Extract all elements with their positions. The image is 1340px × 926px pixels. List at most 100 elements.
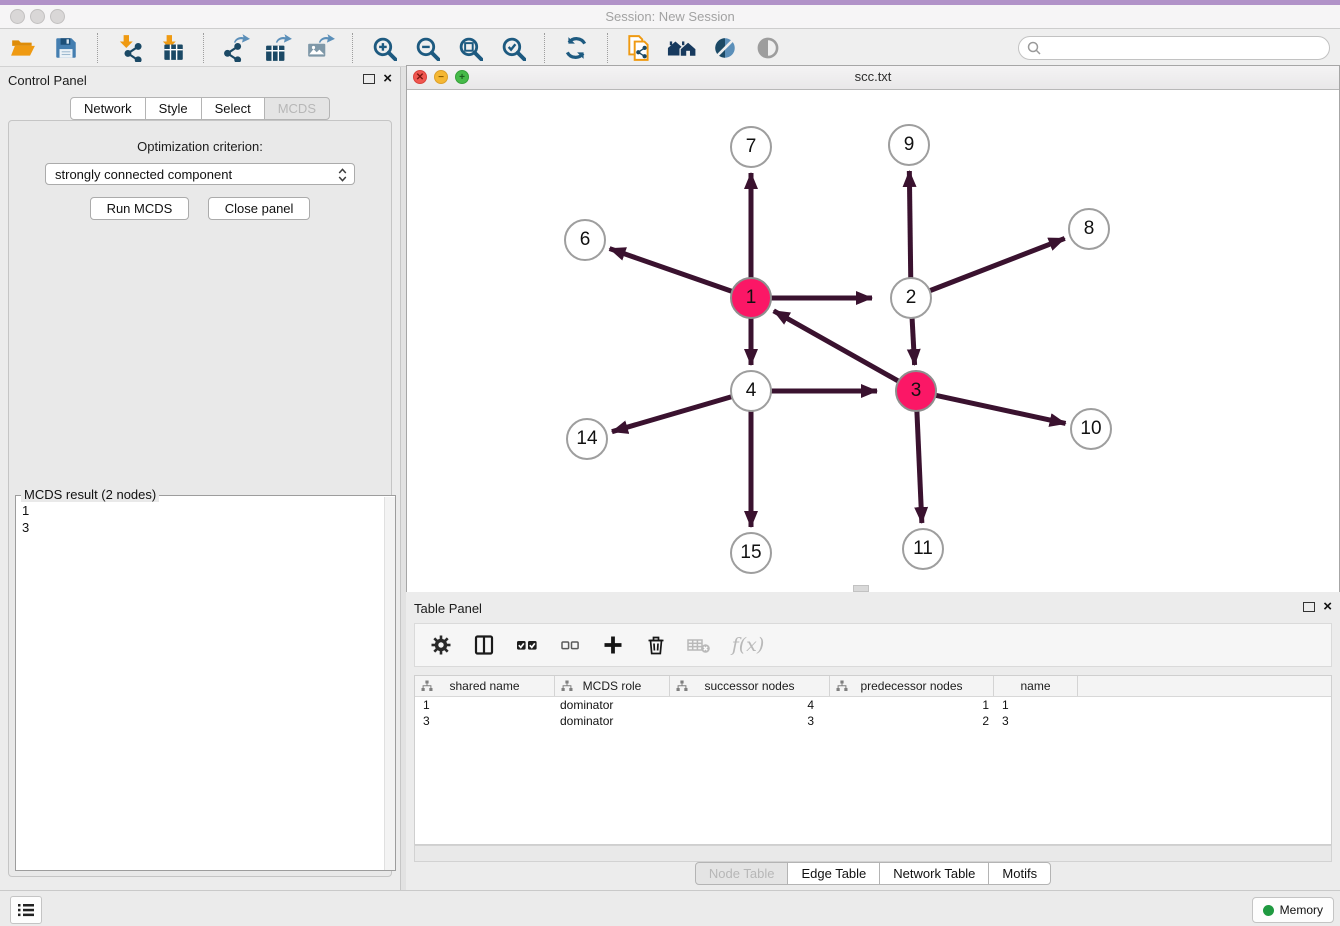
- float-panel-icon[interactable]: [363, 74, 375, 84]
- column-header-successor-nodes[interactable]: successor nodes: [670, 676, 830, 696]
- table-tab-node-table[interactable]: Node Table: [695, 862, 789, 885]
- graph-node-9[interactable]: 9: [888, 124, 930, 166]
- column-header-MCDS-role[interactable]: MCDS role: [555, 676, 670, 696]
- export-network-icon[interactable]: [220, 33, 250, 63]
- graph-node-6[interactable]: 6: [564, 219, 606, 261]
- graph-node-14[interactable]: 14: [566, 418, 608, 460]
- open-session-icon[interactable]: [8, 33, 38, 63]
- network-canvas[interactable]: 7 9 6 8 1 2 4 3 14 10 15 11: [407, 90, 1339, 592]
- delete-column-icon[interactable]: [642, 631, 670, 659]
- import-table-icon[interactable]: [157, 33, 187, 63]
- close-panel-icon[interactable]: ×: [383, 72, 392, 86]
- deselect-all-icon[interactable]: [556, 631, 584, 659]
- graph-edge-3-10[interactable]: [935, 395, 1066, 423]
- zoom-in-icon[interactable]: [369, 33, 399, 63]
- graph-node-8[interactable]: 8: [1068, 208, 1110, 250]
- tab-network[interactable]: Network: [70, 97, 146, 120]
- import-network-icon[interactable]: [114, 33, 144, 63]
- graph-node-11[interactable]: 11: [902, 528, 944, 570]
- graph-edge-2-3[interactable]: [912, 317, 915, 365]
- tab-select[interactable]: Select: [201, 97, 265, 120]
- graph-edge-4-14[interactable]: [612, 396, 733, 431]
- close-table-panel-icon[interactable]: ×: [1323, 600, 1332, 614]
- optimization-criterion-label: Optimization criterion:: [9, 139, 391, 154]
- table-cell[interactable]: dominator: [555, 713, 670, 729]
- graph-edge-2-8[interactable]: [929, 238, 1065, 291]
- toolbar-separator: [352, 33, 353, 63]
- network-window-title: scc.txt: [407, 69, 1339, 84]
- canvas-scrollbar-thumb[interactable]: [853, 585, 869, 592]
- select-all-icon[interactable]: [513, 631, 541, 659]
- tab-style[interactable]: Style: [145, 97, 202, 120]
- column-label: predecessor nodes: [860, 679, 962, 693]
- refresh-icon[interactable]: [561, 33, 591, 63]
- memory-button[interactable]: Memory: [1252, 897, 1334, 923]
- select-spinner-icon: [338, 167, 347, 186]
- control-panel-tabs: NetworkStyleSelectMCDS: [0, 97, 400, 120]
- mcds-result-text[interactable]: 13: [16, 497, 385, 870]
- table-tab-edge-table[interactable]: Edge Table: [787, 862, 880, 885]
- mcds-panel: Optimization criterion: strongly connect…: [8, 120, 392, 877]
- task-history-button[interactable]: [10, 896, 42, 924]
- criterion-select[interactable]: strongly connected component: [45, 163, 355, 185]
- column-header-shared-name[interactable]: shared name: [415, 676, 555, 696]
- table-cell[interactable]: 1: [994, 697, 1078, 713]
- table-scrollbar[interactable]: [414, 845, 1332, 862]
- column-label: shared name: [449, 679, 519, 693]
- graph-edge-3-1[interactable]: [774, 311, 900, 382]
- run-mcds-button[interactable]: Run MCDS: [90, 197, 190, 220]
- style-preview-icon[interactable]: [710, 33, 740, 63]
- export-image-icon[interactable]: [306, 33, 336, 63]
- export-table-icon[interactable]: [263, 33, 293, 63]
- graph-edge-1-6[interactable]: [610, 249, 734, 292]
- float-table-panel-icon[interactable]: [1303, 602, 1315, 612]
- gear-icon[interactable]: [427, 631, 455, 659]
- table-cell[interactable]: 4: [670, 697, 830, 713]
- mcds-result-box: MCDS result (2 nodes) 13: [15, 495, 396, 871]
- memory-status-icon: [1263, 905, 1274, 916]
- eye-icon[interactable]: [753, 33, 783, 63]
- home-icon[interactable]: [667, 33, 697, 63]
- table-cell[interactable]: dominator: [555, 697, 670, 713]
- table-tab-network-table[interactable]: Network Table: [879, 862, 989, 885]
- search-icon: [1026, 40, 1042, 61]
- graph-node-10[interactable]: 10: [1070, 408, 1112, 450]
- table-tab-motifs[interactable]: Motifs: [988, 862, 1051, 885]
- status-bar: Memory: [0, 890, 1340, 926]
- criterion-value: strongly connected component: [55, 167, 232, 182]
- network-window-titlebar[interactable]: ✕ − + scc.txt: [407, 66, 1339, 90]
- graph-edge-2-9[interactable]: [909, 171, 910, 279]
- main-titlebar[interactable]: Session: New Session: [0, 5, 1340, 29]
- graph-node-1[interactable]: 1: [730, 277, 772, 319]
- search-input[interactable]: [1018, 36, 1330, 60]
- tab-mcds[interactable]: MCDS: [264, 97, 330, 120]
- node-table: shared name MCDS rolesuccessor nodes prede…: [414, 675, 1332, 845]
- graph-node-3[interactable]: 3: [895, 370, 937, 412]
- table-cell[interactable]: 3: [670, 713, 830, 729]
- node-table-body: 1dominator4113dominator323: [415, 697, 1331, 729]
- table-cell[interactable]: 1: [830, 697, 994, 713]
- zoom-out-icon[interactable]: [412, 33, 442, 63]
- zoom-fit-icon[interactable]: [455, 33, 485, 63]
- mcds-result-scrollbar[interactable]: [384, 497, 395, 870]
- column-header-name[interactable]: name: [994, 676, 1078, 696]
- graph-node-15[interactable]: 15: [730, 532, 772, 574]
- add-column-icon[interactable]: [599, 631, 627, 659]
- zoom-selected-icon[interactable]: [498, 33, 528, 63]
- table-cell[interactable]: 3: [994, 713, 1078, 729]
- column-settings-icon[interactable]: [470, 631, 498, 659]
- close-panel-button[interactable]: Close panel: [208, 197, 311, 220]
- graph-node-7[interactable]: 7: [730, 126, 772, 168]
- table-cell[interactable]: 1: [415, 697, 555, 713]
- table-cell[interactable]: 3: [415, 713, 555, 729]
- table-row[interactable]: 1dominator411: [415, 697, 1331, 713]
- graph-edge-3-11[interactable]: [917, 410, 922, 523]
- table-row[interactable]: 3dominator323: [415, 713, 1331, 729]
- copy-network-icon[interactable]: [624, 33, 654, 63]
- search-field-wrap: [1018, 36, 1330, 60]
- table-cell[interactable]: 2: [830, 713, 994, 729]
- graph-node-2[interactable]: 2: [890, 277, 932, 319]
- save-session-icon[interactable]: [51, 33, 81, 63]
- column-header-predecessor-nodes[interactable]: predecessor nodes: [830, 676, 994, 696]
- graph-node-4[interactable]: 4: [730, 370, 772, 412]
